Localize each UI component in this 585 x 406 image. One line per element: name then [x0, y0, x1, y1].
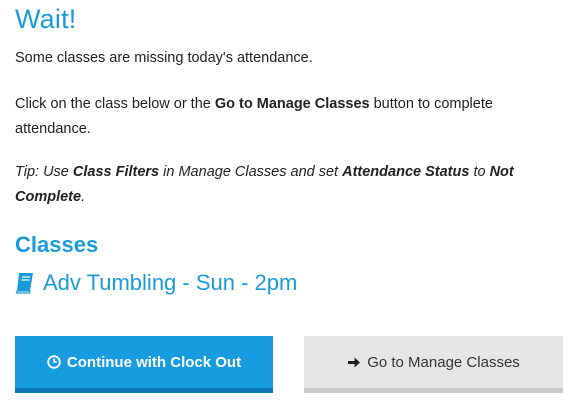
go-to-manage-classes-button[interactable]: Go to Manage Classes — [304, 336, 563, 393]
instruction-prefix: Click on the class below or the — [15, 96, 215, 112]
classes-heading: Classes — [15, 232, 99, 257]
tip-text: Tip: Use Class Filters in Manage Classes… — [15, 160, 560, 210]
class-link-label: Adv Tumbling - Sun - 2pm — [43, 270, 298, 295]
book-icon — [15, 272, 35, 294]
tip-bold-attendance-status: Attendance Status — [342, 164, 470, 180]
class-link-adv-tumbling[interactable]: Adv Tumbling - Sun - 2pm — [15, 270, 297, 296]
tip-bold-class-filters: Class Filters — [72, 164, 160, 180]
instruction-text: Click on the class below or the Go to Ma… — [15, 92, 555, 142]
instruction-bold: Go to Manage Classes — [214, 96, 370, 112]
arrow-right-icon — [347, 356, 361, 369]
tip-part1: Tip: Use — [15, 164, 73, 180]
manage-button-label: Go to Manage Classes — [367, 353, 520, 371]
dialog-title: Wait! — [15, 4, 77, 34]
continue-button-label: Continue with Clock Out — [66, 353, 242, 371]
warning-message: Some classes are missing today's attenda… — [15, 50, 313, 66]
tip-part3: to — [469, 164, 490, 180]
tip-part4: . — [81, 189, 86, 205]
tip-part2: in Manage Classes and set — [159, 164, 343, 180]
attendance-warning-dialog: Wait! Some classes are missing today's a… — [0, 0, 585, 406]
clock-icon — [47, 355, 61, 369]
continue-clock-out-button[interactable]: Continue with Clock Out — [15, 336, 273, 393]
